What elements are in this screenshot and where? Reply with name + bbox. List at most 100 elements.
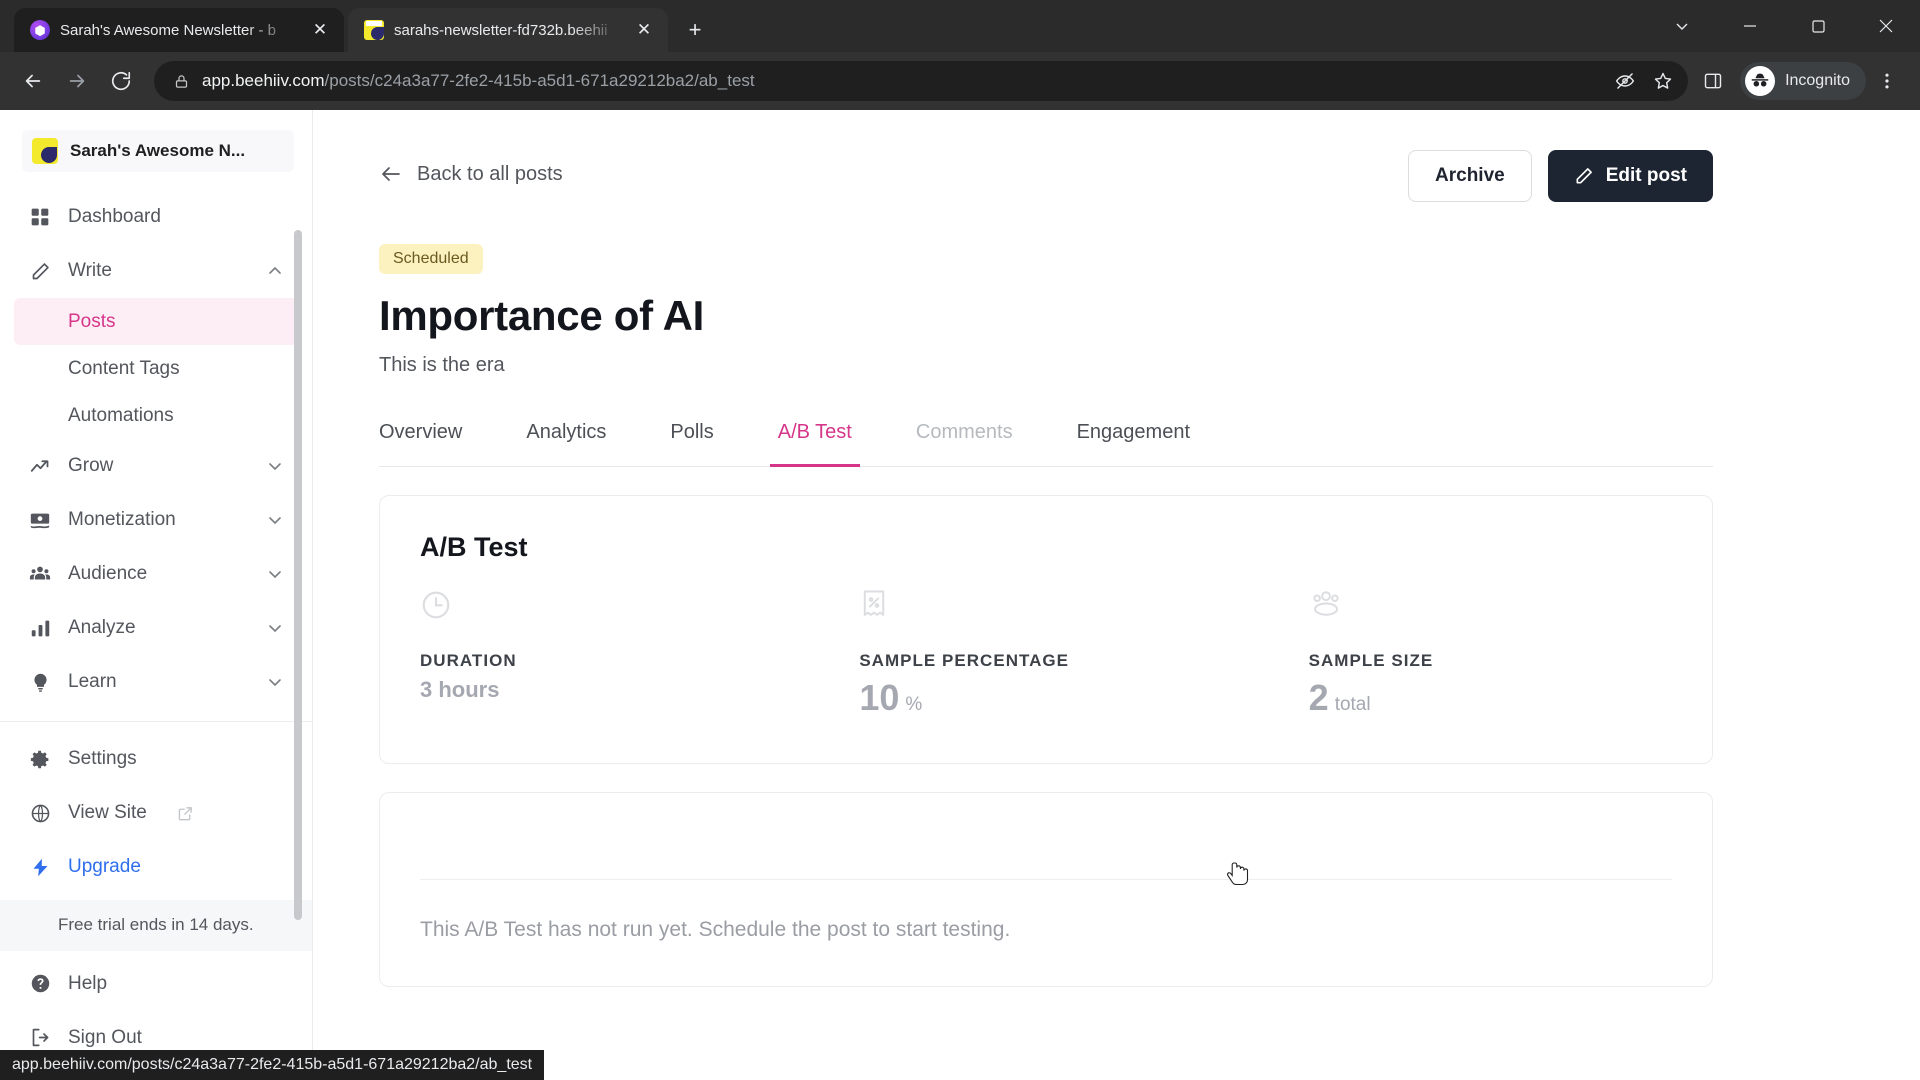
ab-test-stats: DURATION 3 hours SAMPLE PERCENTAGE 10% S… bbox=[420, 589, 1672, 719]
sidebar-item-label: Upgrade bbox=[68, 856, 141, 877]
bookmark-star-icon[interactable] bbox=[1646, 64, 1680, 98]
logout-icon bbox=[28, 1026, 52, 1050]
sidebar-item-label: Audience bbox=[68, 563, 148, 584]
tab-strip: ⬢ Sarah's Awesome Newsletter - b ✕ sarah… bbox=[0, 0, 1920, 52]
money-icon bbox=[28, 508, 52, 532]
edit-post-button[interactable]: Edit post bbox=[1547, 150, 1713, 202]
sidebar-item-grow[interactable]: Grow bbox=[14, 439, 298, 493]
address-bar[interactable]: app.beehiiv.com/posts/c24a3a77-2fe2-415b… bbox=[154, 61, 1689, 101]
page-title: Importance of AI bbox=[379, 292, 705, 339]
sidebar-item-automations[interactable]: Automations bbox=[14, 392, 298, 439]
results-header-area bbox=[420, 831, 1672, 879]
pencil-icon bbox=[28, 259, 52, 283]
stat-value: 10 bbox=[859, 677, 900, 718]
sidebar-item-analyze[interactable]: Analyze bbox=[14, 601, 298, 655]
stat-duration: DURATION 3 hours bbox=[420, 589, 783, 719]
toolbar-right: Incognito bbox=[1694, 62, 1906, 100]
incognito-icon bbox=[1745, 66, 1776, 96]
minimize-button[interactable] bbox=[1716, 0, 1784, 52]
sidebar-divider bbox=[0, 721, 312, 722]
publication-switcher[interactable]: Sarah's Awesome N... bbox=[22, 130, 294, 172]
sidebar-item-monetization[interactable]: Monetization bbox=[14, 493, 298, 547]
browser-tab-active[interactable]: ⬢ Sarah's Awesome Newsletter - b ✕ bbox=[14, 8, 344, 52]
sidebar-item-posts[interactable]: Posts bbox=[14, 298, 298, 345]
sidebar-item-dashboard[interactable]: Dashboard bbox=[14, 190, 298, 244]
tab-polls[interactable]: Polls bbox=[670, 421, 713, 466]
post-tabs: Overview Analytics Polls A/B Test Commen… bbox=[379, 421, 1713, 886]
sidebar-item-label: Settings bbox=[68, 748, 137, 769]
archive-button[interactable]: Archive bbox=[1408, 150, 1532, 202]
tab-analytics[interactable]: Analytics bbox=[526, 421, 606, 466]
write-subnav: Posts Content Tags Automations bbox=[0, 298, 312, 439]
kebab-menu-icon[interactable] bbox=[1868, 62, 1906, 100]
main-content: Back to all posts Archive Edit post Sche… bbox=[313, 110, 1920, 1080]
sidebar-item-write[interactable]: Write bbox=[14, 244, 298, 298]
stat-unit: % bbox=[905, 694, 923, 715]
status-badge: Scheduled bbox=[379, 244, 483, 274]
top-actions: Archive Edit post bbox=[1408, 150, 1713, 202]
profile-chip[interactable]: Incognito bbox=[1740, 62, 1866, 100]
close-icon[interactable]: ✕ bbox=[308, 18, 332, 42]
post-subtitle: This is the era bbox=[379, 354, 505, 376]
maximize-button[interactable] bbox=[1784, 0, 1852, 52]
page-body: Sarah's Awesome N... Dashboard Write Pos… bbox=[0, 110, 1920, 1080]
sidebar-item-label: Sign Out bbox=[68, 1026, 142, 1048]
tab-engagement[interactable]: Engagement bbox=[1077, 421, 1190, 466]
reload-icon[interactable] bbox=[102, 62, 140, 100]
omnibox-icons bbox=[1608, 64, 1680, 98]
stat-label: SAMPLE PERCENTAGE bbox=[859, 651, 1070, 670]
sidebar-item-settings[interactable]: Settings bbox=[14, 732, 298, 786]
back-icon[interactable] bbox=[14, 62, 52, 100]
sidebar: Sarah's Awesome N... Dashboard Write Pos… bbox=[0, 110, 313, 1080]
people-icon bbox=[28, 562, 52, 586]
third-party-cookie-blocked-icon[interactable] bbox=[1608, 64, 1642, 98]
bolt-icon bbox=[28, 855, 52, 879]
sidebar-item-label: Write bbox=[68, 260, 112, 281]
close-icon[interactable]: ✕ bbox=[632, 18, 656, 42]
globe-icon bbox=[28, 801, 52, 825]
sidebar-item-label: Dashboard bbox=[68, 206, 161, 227]
url-path: /posts/c24a3a77-2fe2-415b-a5d1-671a29212… bbox=[324, 71, 755, 90]
stat-value-row: 2 total bbox=[1309, 677, 1672, 719]
percent-receipt-icon bbox=[859, 589, 893, 623]
sidebar-scrollbar[interactable] bbox=[294, 230, 302, 920]
sidebar-item-learn[interactable]: Learn bbox=[14, 655, 298, 709]
chevron-down-icon bbox=[266, 619, 284, 637]
arrow-left-icon bbox=[379, 162, 403, 186]
side-panel-icon[interactable] bbox=[1694, 62, 1732, 100]
back-to-all-posts-link[interactable]: Back to all posts bbox=[379, 150, 563, 186]
tab-search-icon[interactable] bbox=[1648, 0, 1716, 52]
browser-tab-inactive[interactable]: sarahs-newsletter-fd732b.beehii ✕ bbox=[348, 8, 668, 52]
pencil-icon bbox=[1574, 166, 1594, 186]
ab-test-card: A/B Test DURATION 3 hours SAMPLE PERCENT… bbox=[379, 495, 1713, 764]
tab-overview[interactable]: Overview bbox=[379, 421, 462, 466]
profile-label: Incognito bbox=[1785, 72, 1850, 89]
sidebar-item-content-tags[interactable]: Content Tags bbox=[14, 345, 298, 392]
forward-icon[interactable] bbox=[58, 62, 96, 100]
tab-comments[interactable]: Comments bbox=[916, 421, 1013, 466]
lightbulb-icon bbox=[28, 670, 52, 694]
chevron-down-icon bbox=[266, 673, 284, 691]
people-group-icon bbox=[1309, 589, 1343, 623]
sidebar-item-label: View Site bbox=[68, 802, 147, 823]
sidebar-item-help[interactable]: Help bbox=[14, 957, 298, 1011]
content-topbar: Back to all posts Archive Edit post bbox=[379, 150, 1713, 202]
sidebar-item-upgrade[interactable]: Upgrade bbox=[14, 840, 298, 894]
lock-icon bbox=[174, 73, 190, 89]
stat-sample-percentage: SAMPLE PERCENTAGE 10% bbox=[783, 589, 1222, 719]
gear-icon bbox=[28, 747, 52, 771]
status-bar: app.beehiiv.com/posts/c24a3a77-2fe2-415b… bbox=[0, 1050, 545, 1080]
sidebar-item-audience[interactable]: Audience bbox=[14, 547, 298, 601]
sidebar-item-view-site[interactable]: View Site bbox=[14, 786, 298, 840]
sidebar-item-label: Help bbox=[68, 972, 108, 994]
clock-icon bbox=[420, 589, 454, 623]
content-container: Back to all posts Archive Edit post Sche… bbox=[313, 110, 1773, 987]
tab-ab-test[interactable]: A/B Test bbox=[769, 421, 861, 467]
ab-test-results-card: This A/B Test has not run yet. Schedule … bbox=[379, 792, 1713, 987]
window-close-button[interactable] bbox=[1852, 0, 1920, 52]
sidebar-item-label: Learn bbox=[68, 671, 117, 692]
stat-value: 2 bbox=[1308, 677, 1329, 718]
stat-value: 3 hours bbox=[420, 677, 500, 702]
stat-value-row: 10% bbox=[859, 677, 1222, 719]
new-tab-button[interactable]: + bbox=[678, 13, 712, 47]
